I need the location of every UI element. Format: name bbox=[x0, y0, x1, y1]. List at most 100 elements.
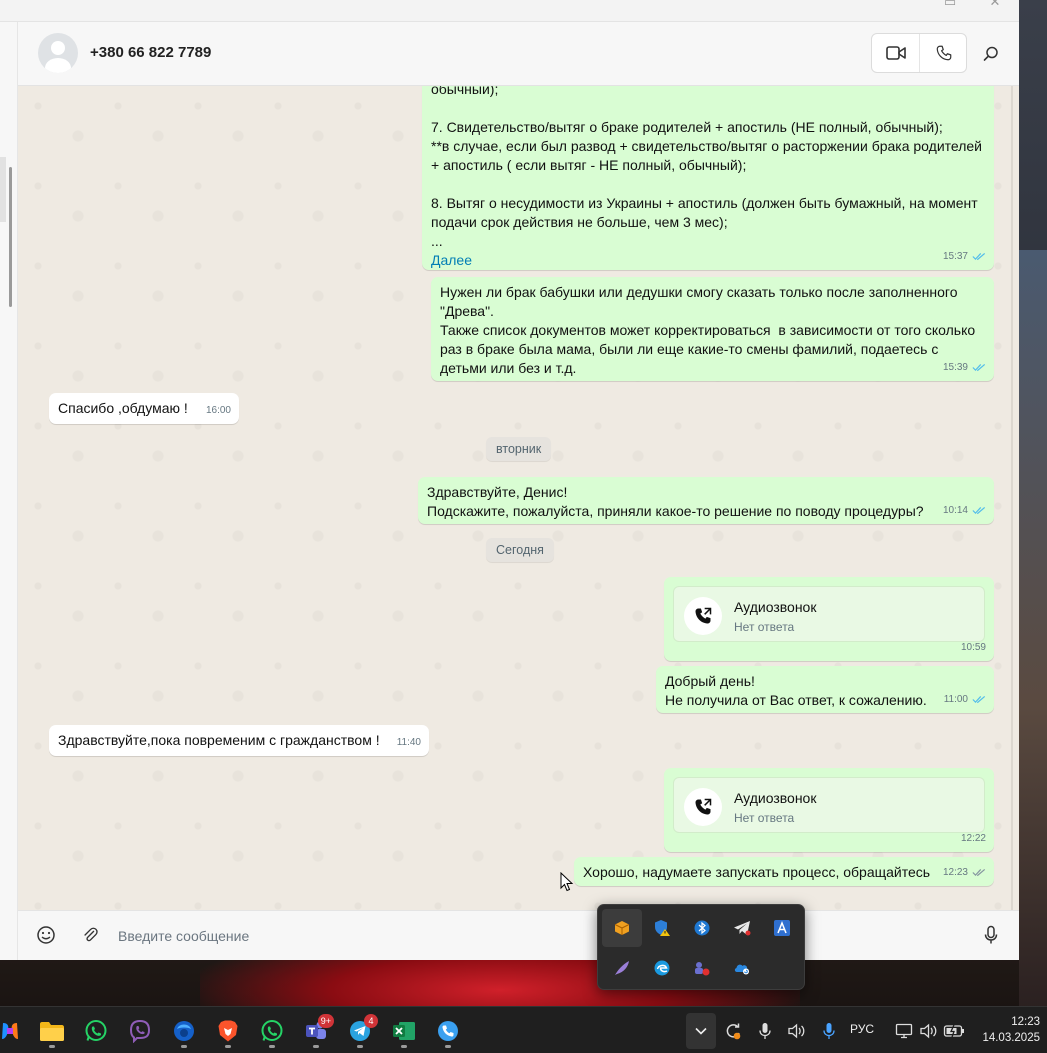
whatsapp-window: ▭ ✕ +380 66 822 7789 обычный); 7. Свидет… bbox=[0, 0, 1019, 960]
mail-app-icon bbox=[174, 1021, 194, 1041]
message-time: 12:23 bbox=[942, 867, 968, 878]
message-outgoing[interactable]: Добрый день! Не получила от Вас ответ, к… bbox=[656, 666, 994, 713]
message-outgoing[interactable]: Хорошо, надумаете запускать процесс, обр… bbox=[574, 857, 994, 886]
taskbar-teams[interactable]: 9+ bbox=[298, 1013, 334, 1049]
smiley-icon bbox=[37, 926, 55, 944]
message-time: 10:59 bbox=[960, 642, 986, 653]
tray-sound[interactable] bbox=[918, 1019, 940, 1043]
running-indicator bbox=[313, 1045, 319, 1048]
tray-item-teams[interactable] bbox=[682, 949, 722, 987]
taskbar-viber[interactable] bbox=[122, 1013, 158, 1049]
call-message[interactable]: Аудиозвонок Нет ответа 10:59 bbox=[664, 577, 994, 661]
message-time: 16:00 bbox=[205, 405, 231, 416]
message-text: Спасибо ,обдумаю ! bbox=[58, 400, 188, 416]
whatsapp-icon bbox=[85, 1020, 107, 1041]
voice-message-button[interactable] bbox=[979, 923, 1003, 947]
tray-item-security[interactable] bbox=[642, 909, 682, 947]
message-time: 11:40 bbox=[396, 737, 421, 748]
cloud-sync-icon bbox=[734, 964, 749, 975]
avatar[interactable] bbox=[38, 33, 78, 73]
folder-icon bbox=[40, 1022, 64, 1041]
emoji-button[interactable] bbox=[34, 923, 58, 947]
message-scrollbar[interactable] bbox=[1011, 86, 1013, 910]
message-text: Хорошо, надумаете запускать процесс, обр… bbox=[583, 864, 931, 880]
whatsapp-icon bbox=[261, 1020, 283, 1041]
message-meta: 16:00 bbox=[206, 401, 231, 420]
attach-button[interactable] bbox=[78, 923, 102, 947]
selected-chat-indicator bbox=[0, 157, 6, 222]
search-button[interactable] bbox=[978, 41, 1004, 67]
minimize-icon[interactable]: ▭ bbox=[940, 0, 960, 9]
call-title: Аудиозвонок bbox=[734, 790, 817, 806]
clock-time: 12:23 bbox=[1011, 1016, 1040, 1028]
chevron-down-icon bbox=[695, 1027, 707, 1035]
call-title: Аудиозвонок bbox=[734, 599, 817, 615]
input-language-indicator[interactable]: РУС bbox=[850, 1022, 874, 1036]
notification-badge: 4 bbox=[364, 1014, 378, 1028]
mouse-cursor-icon bbox=[560, 872, 574, 892]
tray-microphone-in-use[interactable] bbox=[754, 1019, 776, 1043]
call-card[interactable]: Аудиозвонок Нет ответа bbox=[673, 586, 985, 642]
video-call-button[interactable] bbox=[872, 34, 919, 72]
message-outgoing[interactable]: обычный); 7. Свидетельство/вытяг о браке… bbox=[422, 86, 994, 270]
tray-item-box[interactable] bbox=[602, 909, 642, 947]
running-indicator bbox=[181, 1045, 187, 1048]
outgoing-call-icon bbox=[695, 607, 712, 624]
tray-voice-typing[interactable] bbox=[818, 1019, 840, 1043]
taskbar-outlook[interactable] bbox=[166, 1013, 202, 1049]
message-outgoing[interactable]: Нужен ли брак бабушки или дедушки смогу … bbox=[431, 277, 994, 381]
tray-item-text-input[interactable] bbox=[762, 909, 802, 947]
date-separator: Сегодня bbox=[486, 538, 554, 562]
taskbar-copilot[interactable] bbox=[0, 1013, 28, 1049]
tray-item-edge[interactable] bbox=[642, 949, 682, 987]
message-pane[interactable]: обычный); 7. Свидетельство/вытяг о браке… bbox=[18, 86, 1019, 910]
taskbar-whatsapp-2[interactable] bbox=[254, 1013, 290, 1049]
message-incoming[interactable]: Здравствуйте,пока повременим с гражданст… bbox=[49, 725, 429, 756]
tray-item-bluetooth[interactable] bbox=[682, 909, 722, 947]
system-clock[interactable]: 12:23 14.03.2025 bbox=[968, 1014, 1040, 1046]
phone-icon bbox=[936, 45, 951, 61]
taskbar-whatsapp[interactable] bbox=[78, 1013, 114, 1049]
message-text: Здравствуйте, Денис! Подскажите, пожалуй… bbox=[427, 484, 924, 519]
viber-icon bbox=[129, 1019, 151, 1043]
taskbar-phone-link[interactable] bbox=[430, 1013, 466, 1049]
call-card[interactable]: Аудиозвонок Нет ответа bbox=[673, 777, 985, 833]
taskbar-file-explorer[interactable] bbox=[34, 1013, 70, 1049]
close-icon[interactable]: ✕ bbox=[985, 0, 1005, 9]
feather-icon bbox=[615, 961, 629, 975]
blue-microphone-icon bbox=[823, 1023, 835, 1039]
speaker-icon bbox=[920, 1023, 937, 1039]
read-more-link[interactable]: Далее bbox=[431, 251, 985, 270]
message-incoming[interactable]: Спасибо ,обдумаю ! 16:00 bbox=[49, 393, 239, 424]
taskbar-telegram[interactable]: 4 bbox=[342, 1013, 378, 1049]
show-hidden-icons-button[interactable] bbox=[686, 1013, 716, 1049]
message-text: Нужен ли брак бабушки или дедушки смогу … bbox=[440, 284, 976, 376]
call-button-group bbox=[871, 33, 967, 73]
call-status: Нет ответа bbox=[734, 620, 795, 634]
tray-item-feather[interactable] bbox=[602, 949, 642, 987]
taskbar: 9+ 4 РУС 12:23 14.03.2025 bbox=[0, 1006, 1047, 1053]
outgoing-call-icon bbox=[695, 798, 712, 815]
tray-volume[interactable] bbox=[786, 1019, 808, 1043]
taskbar-brave[interactable] bbox=[210, 1013, 246, 1049]
tray-update[interactable] bbox=[722, 1019, 744, 1043]
message-time: 10:14 bbox=[942, 505, 968, 516]
message-meta: 11:40 bbox=[397, 733, 421, 752]
double-check-icon bbox=[972, 695, 986, 704]
message-composer bbox=[18, 910, 1019, 960]
contact-name[interactable]: +380 66 822 7789 bbox=[90, 44, 211, 61]
call-message[interactable]: Аудиозвонок Нет ответа 12:22 bbox=[664, 768, 994, 852]
voice-call-button[interactable] bbox=[920, 34, 967, 72]
avatar-head bbox=[51, 41, 65, 55]
tray-battery[interactable] bbox=[942, 1019, 966, 1043]
shield-warning-icon bbox=[655, 920, 670, 936]
message-outgoing[interactable]: Здравствуйте, Денис! Подскажите, пожалуй… bbox=[418, 477, 994, 524]
tray-item-telegram[interactable] bbox=[722, 909, 762, 947]
message-meta: 15:39 bbox=[943, 358, 986, 377]
message-time: 15:37 bbox=[942, 251, 968, 262]
chat-list-scrollbar[interactable] bbox=[9, 167, 12, 307]
taskbar-excel[interactable] bbox=[386, 1013, 422, 1049]
message-text: Добрый день! Не получила от Вас ответ, к… bbox=[665, 673, 927, 708]
tray-network[interactable] bbox=[893, 1019, 915, 1043]
tray-item-onedrive[interactable] bbox=[722, 949, 762, 987]
